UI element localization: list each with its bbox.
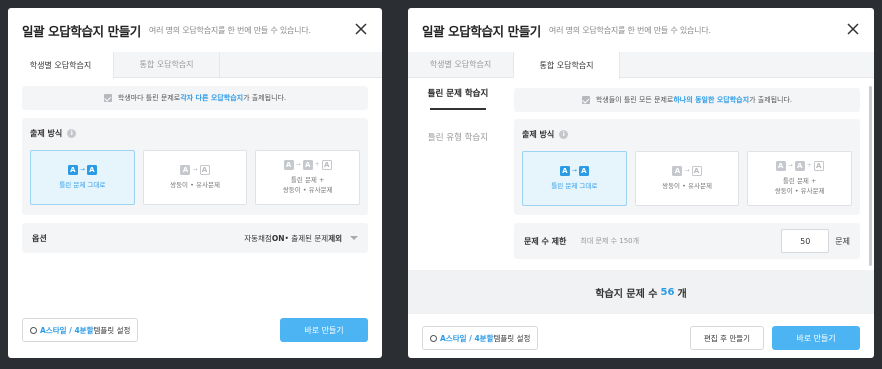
tab-bar: 학생별 오답학습지 통합 오답학습지: [8, 52, 382, 79]
problem-limit-row: 문제 수 제한 최대 문제 수 150개 50 문제: [514, 223, 860, 259]
method-card-twin-similar[interactable]: A → A 쌍둥이 • 유사문제: [142, 150, 248, 205]
close-icon[interactable]: [354, 22, 368, 36]
chevron-down-icon: [350, 236, 358, 240]
modal-subtitle: 여러 명의 오답학습지를 한 번에 만들 수 있습니다.: [148, 25, 311, 35]
options-value: 자동채점 ON • 출제된 문제 제외: [244, 233, 358, 244]
a-to-a-icon: A → A: [559, 165, 589, 176]
modal-subtitle: 여러 명의 오답학습지를 한 번에 만들 수 있습니다.: [548, 25, 711, 35]
modal-title: 일괄 오답학습지 만들기: [422, 23, 541, 39]
method-section: 출제 방식 i A→A 틀린 문제 그대로 A→A 쌍둥이 • 유사문제: [514, 119, 860, 215]
tab-integrated-worksheet[interactable]: 통합 오답학습지: [514, 52, 620, 79]
card-label: 쌍둥이 • 유사문제: [662, 181, 712, 190]
template-settings-button[interactable]: A스타일 / 4분할 템플릿 설정: [422, 326, 539, 350]
method-card-wrong-as-is[interactable]: A → A 틀린 문제 그대로: [522, 151, 627, 206]
modal-footer: A스타일 / 4분할 템플릿 설정 바로 만들기: [8, 310, 382, 350]
notice-text: 학생마다 틀린 문제로: [117, 94, 181, 102]
limit-label: 문제 수 제한: [524, 236, 567, 246]
method-title-text: 출제 방식: [522, 130, 555, 139]
edit-then-create-button[interactable]: 편집 후 만들기: [690, 326, 764, 350]
side-nav: 틀린 문제 학습지 틀린 유형 학습지: [408, 78, 508, 152]
card-label: 쌍둥이 • 유사문제: [170, 180, 220, 189]
notice-text-end: 가 출제됩니다.: [243, 94, 287, 102]
method-card-wrong-plus-twin[interactable]: A → A + A 틀린 문제 + 쌍둥이 • 유사문제: [255, 150, 361, 205]
limit-control: 50 문제: [781, 229, 850, 253]
options-value-pre: 자동채점: [244, 233, 272, 243]
card-label-line2: 쌍둥이 • 유사문제: [774, 186, 825, 195]
scrollbar[interactable]: [869, 86, 872, 266]
method-title-text: 출제 방식: [30, 129, 63, 138]
modal-footer: A스타일 / 4분할 템플릿 설정 편집 후 만들기 바로 만들기: [408, 318, 874, 358]
check-icon: [581, 96, 590, 104]
tab-integrated-worksheet[interactable]: 통합 오답학습지: [114, 52, 220, 77]
options-row[interactable]: 옵션 자동채점 ON • 출제된 문제 제외: [22, 223, 368, 253]
options-value-exclude: 제외: [328, 233, 342, 243]
side-item-wrong-problems[interactable]: 틀린 문제 학습지: [408, 78, 508, 110]
options-value-on: ON: [271, 233, 285, 243]
template-settings-label: 템플릿 설정: [493, 333, 531, 343]
method-title: 출제 방식 i: [522, 129, 852, 140]
notice-banner: 학생마다 틀린 문제로 각자 다른 오답학습지 가 출제됩니다.: [22, 86, 368, 110]
a-to-a-icon: A → A: [67, 164, 97, 175]
create-now-button[interactable]: 바로 만들기: [772, 326, 860, 350]
notice-highlight: 하나의 동일한 오답학습지: [673, 96, 750, 104]
modal-header: 일괄 오답학습지 만들기 여러 명의 오답학습지를 한 번에 만들 수 있습니다…: [8, 8, 382, 52]
limit-hint: 최대 문제 수 150개: [580, 237, 640, 245]
options-label: 옵션: [32, 233, 47, 243]
notice-text: 학생들이 틀린 모든 문제로: [595, 96, 674, 104]
notice-text-end: 가 출제됩니다.: [749, 96, 793, 104]
tab-bar: 학생별 오답학습지 통합 오답학습지: [408, 52, 874, 79]
template-style: A스타일 / 4분할: [40, 325, 94, 335]
a-to-a-outline-icon: A → A: [180, 164, 210, 175]
card-label: 틀린 문제 + 쌍둥이 • 유사문제: [775, 177, 825, 197]
options-value-mid: • 출제된 문제: [284, 233, 329, 243]
card-label-line1: 틀린 문제 +: [782, 176, 817, 185]
close-icon[interactable]: [846, 22, 860, 36]
total-unit: 개: [677, 288, 687, 300]
create-now-button[interactable]: 바로 만들기: [280, 318, 368, 342]
notice-highlight: 각자 다른 오답학습지: [180, 94, 244, 102]
palette-icon: [430, 334, 437, 342]
total-number: 56: [660, 286, 675, 298]
method-card-wrong-plus-twin[interactable]: A → A + A 틀린 문제 + 쌍둥이 • 유사문제: [747, 151, 853, 206]
limit-unit: 문제: [835, 236, 850, 246]
method-card-twin-similar[interactable]: A → A 쌍둥이 • 유사문제: [634, 151, 740, 206]
tab-student-worksheet[interactable]: 학생별 오답학습지: [8, 52, 114, 79]
template-settings-label: 템플릿 설정: [93, 325, 131, 335]
a-to-a-outline-icon: A → A: [672, 165, 702, 176]
total-label: 학습지 문제 수: [595, 288, 658, 300]
check-icon: [103, 94, 112, 102]
method-section: 출제 방식 i A→A 틀린 문제 그대로 A→A 쌍둥이 • 유사문제: [22, 118, 368, 215]
modal-title: 일괄 오답학습지 만들기: [22, 23, 141, 39]
card-label: 틀린 문제 그대로: [59, 180, 106, 189]
a-to-a-plus-a-icon: A → A + A: [775, 160, 824, 171]
batch-worksheet-modal-student: 일괄 오답학습지 만들기 여러 명의 오답학습지를 한 번에 만들 수 있습니다…: [8, 8, 382, 358]
info-icon[interactable]: i: [559, 130, 569, 139]
method-cards: A → A 틀린 문제 그대로 A → A 쌍둥이 • 유사문제 A → A + A 틀린 문제…: [522, 151, 853, 206]
info-icon[interactable]: i: [67, 129, 77, 138]
method-cards: A → A 틀린 문제 그대로 A → A 쌍둥이 • 유사문제 A → A + A 틀린 문제…: [30, 150, 361, 205]
a-to-a-plus-a-icon: A → A + A: [283, 159, 332, 170]
batch-worksheet-modal-integrated: 일괄 오답학습지 만들기 여러 명의 오답학습지를 한 번에 만들 수 있습니다…: [408, 8, 874, 358]
card-label: 틀린 문제 + 쌍둥이 • 유사문제: [283, 176, 333, 196]
notice-banner: 학생들이 틀린 모든 문제로 하나의 동일한 오답학습지 가 출제됩니다.: [514, 88, 860, 112]
card-label-line1: 틀린 문제 +: [290, 175, 325, 184]
card-label: 틀린 문제 그대로: [551, 181, 598, 190]
method-title: 출제 방식 i: [30, 128, 360, 139]
palette-icon: [30, 326, 37, 334]
limit-input[interactable]: 50: [781, 229, 830, 253]
card-label-line2: 쌍둥이 • 유사문제: [282, 185, 333, 194]
side-item-wrong-types[interactable]: 틀린 유형 학습지: [408, 122, 508, 152]
total-problem-count: 학습지 문제 수 56 개: [408, 270, 874, 314]
modal-header: 일괄 오답학습지 만들기 여러 명의 오답학습지를 한 번에 만들 수 있습니다…: [408, 8, 874, 52]
integrated-content: 학생들이 틀린 모든 문제로 하나의 동일한 오답학습지 가 출제됩니다. 출제 …: [514, 88, 860, 259]
method-card-wrong-as-is[interactable]: A → A 틀린 문제 그대로: [30, 150, 135, 205]
template-style: A스타일 / 4분할: [440, 333, 494, 343]
template-settings-button[interactable]: A스타일 / 4분할 템플릿 설정: [22, 318, 139, 342]
tab-student-worksheet[interactable]: 학생별 오답학습지: [408, 52, 514, 77]
